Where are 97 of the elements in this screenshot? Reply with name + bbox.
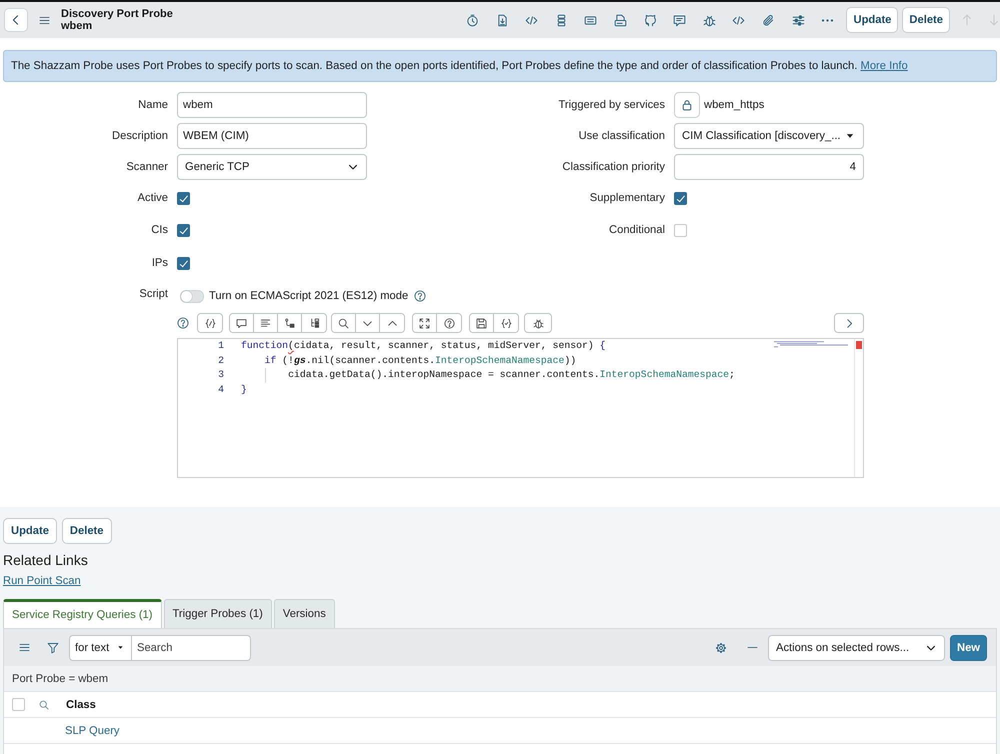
lock-button[interactable] bbox=[674, 92, 700, 118]
code-line: function(cidata, result, scanner, status, midServer, sensor) { bbox=[241, 339, 606, 353]
search-field[interactable]: Search bbox=[131, 634, 251, 660]
help-icon[interactable] bbox=[177, 317, 189, 329]
record-type-title: Discovery Port Probe bbox=[61, 8, 173, 20]
toggle-switch[interactable] bbox=[180, 290, 204, 302]
help-icon bbox=[444, 318, 454, 328]
field-label: Classification priority bbox=[562, 161, 665, 173]
branch-icon bbox=[284, 318, 295, 328]
field-label: Supplementary bbox=[590, 192, 665, 204]
field-label: Triggered by services bbox=[558, 99, 665, 111]
help-icon[interactable] bbox=[414, 290, 426, 302]
search-icon bbox=[338, 318, 349, 328]
text-field[interactable]: wbem bbox=[177, 92, 367, 118]
code-icon[interactable] bbox=[732, 14, 746, 26]
update-button[interactable]: Update bbox=[846, 7, 898, 33]
braces-check-icon bbox=[500, 318, 512, 328]
text-field[interactable]: WBEM (CIM) bbox=[177, 123, 367, 149]
tab[interactable]: Trigger Probes (1) bbox=[164, 599, 272, 628]
error-marker-icon bbox=[856, 341, 862, 349]
line-number: 3 bbox=[218, 369, 224, 380]
filter-field-select[interactable]: for text bbox=[69, 634, 131, 660]
field-label: Name bbox=[138, 99, 168, 111]
search-icon[interactable] bbox=[39, 700, 49, 710]
record-title: wbem bbox=[61, 20, 92, 32]
lock-icon bbox=[681, 99, 693, 111]
column-header[interactable]: Class bbox=[66, 698, 96, 710]
list-tree-icon bbox=[308, 318, 320, 328]
caret-icon bbox=[117, 644, 124, 651]
chat-icon[interactable] bbox=[673, 14, 686, 26]
line-number: 2 bbox=[218, 354, 224, 366]
reference-value: wbem_https bbox=[704, 99, 764, 111]
field-label: CIs bbox=[151, 224, 168, 236]
save-icon bbox=[476, 318, 487, 328]
checkbox[interactable] bbox=[177, 256, 190, 270]
delete-button[interactable]: Delete bbox=[62, 518, 112, 544]
align-lines-icon bbox=[260, 318, 271, 328]
code-line: } bbox=[241, 383, 247, 398]
select-all-checkbox[interactable] bbox=[12, 698, 25, 711]
printer-icon[interactable] bbox=[614, 14, 628, 26]
select-field[interactable]: Generic TCP bbox=[177, 154, 367, 180]
new-button[interactable]: New bbox=[950, 634, 987, 660]
back-button[interactable] bbox=[4, 8, 28, 32]
checkbox[interactable] bbox=[177, 224, 190, 236]
code-editor[interactable] bbox=[177, 338, 864, 478]
field-label: Script bbox=[139, 287, 168, 301]
bug-icon[interactable] bbox=[702, 14, 716, 26]
code-line: if (!gs.nil(scanner.contents.InteropSchemaNamespace)) bbox=[264, 354, 576, 368]
cat-icon[interactable] bbox=[644, 14, 657, 26]
update-button[interactable]: Update bbox=[3, 518, 57, 544]
delete-button[interactable]: Delete bbox=[902, 7, 950, 33]
toggle-label: Turn on ECMAScript 2021 (ES12) mode bbox=[209, 290, 408, 302]
table-link[interactable]: SLP Query bbox=[65, 724, 120, 736]
field-label: Scanner bbox=[126, 161, 168, 173]
tab[interactable]: Service Registry Queries (1) bbox=[3, 599, 162, 628]
menu-icon[interactable] bbox=[19, 642, 30, 653]
select-field[interactable]: CIM Classification [discovery_... bbox=[674, 123, 864, 149]
clock-icon[interactable] bbox=[466, 14, 480, 26]
actions-select[interactable]: Actions on selected rows... bbox=[768, 634, 945, 660]
document-download-icon[interactable] bbox=[496, 14, 509, 26]
filter-icon[interactable] bbox=[47, 642, 59, 654]
info-message: The Shazzam Probe uses Port Probes to specify ports to scan. Based on the open ports identified, Port Probes define the type and order of classification Probes to launch. More Info bbox=[11, 59, 908, 73]
number-field[interactable]: 4 bbox=[674, 154, 864, 180]
speech-bubble-icon bbox=[236, 318, 247, 328]
tab[interactable]: Versions bbox=[274, 599, 335, 628]
chevron-down-icon bbox=[348, 162, 358, 172]
filter-breadcrumb: Port Probe = wbem bbox=[12, 672, 108, 684]
section-heading: Related Links bbox=[3, 551, 88, 569]
code-minimap[interactable] bbox=[774, 341, 848, 348]
editor-toolbar-button[interactable] bbox=[198, 314, 222, 332]
menu-icon[interactable] bbox=[39, 14, 50, 26]
code-icon[interactable] bbox=[525, 14, 538, 26]
field-label: Description bbox=[112, 130, 168, 142]
checkbox[interactable] bbox=[674, 192, 687, 204]
field-label: Use classification bbox=[578, 130, 665, 142]
editor-toolbar-button[interactable] bbox=[332, 314, 356, 332]
line-number: 1 bbox=[218, 340, 224, 351]
editor-toolbar-button[interactable] bbox=[413, 314, 437, 332]
editor-toolbar-button[interactable] bbox=[230, 314, 254, 332]
expand-icon bbox=[419, 318, 430, 328]
sliders-icon[interactable] bbox=[792, 14, 805, 26]
bug-icon bbox=[532, 318, 544, 328]
related-link[interactable]: Run Point Scan bbox=[3, 574, 81, 588]
field-label: Active bbox=[138, 192, 168, 204]
line-number: 4 bbox=[218, 384, 224, 396]
checkbox[interactable] bbox=[177, 192, 190, 204]
settings-icon[interactable] bbox=[714, 642, 727, 654]
braces-slash-icon bbox=[204, 318, 216, 328]
card-icon[interactable] bbox=[584, 14, 598, 26]
field-label: IPs bbox=[152, 257, 168, 269]
field-label: Conditional bbox=[609, 224, 665, 236]
more-info-link[interactable]: More Info bbox=[860, 60, 908, 72]
editor-toolbar-button[interactable] bbox=[525, 314, 551, 332]
editor-toolbar-button[interactable] bbox=[470, 314, 494, 332]
checkbox[interactable] bbox=[674, 224, 687, 236]
code-line: cidata.getData().interopNamespace = scanner.contents.InteropSchemaNamespace; bbox=[288, 368, 735, 382]
paperclip-icon[interactable] bbox=[762, 14, 775, 26]
